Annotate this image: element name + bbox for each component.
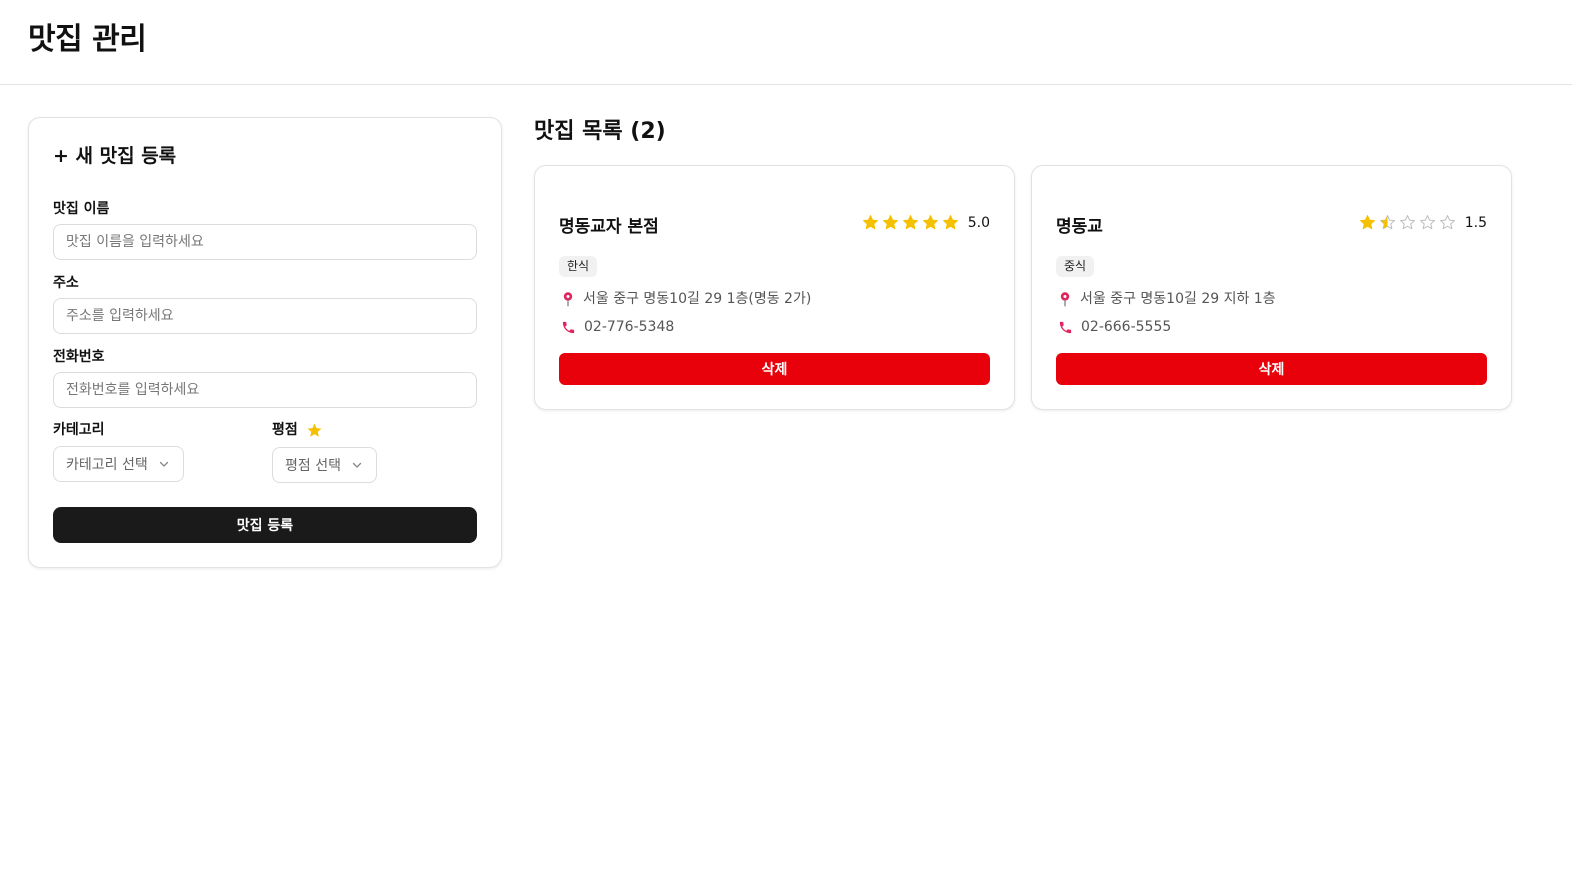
delete-button[interactable]: 삭제: [559, 353, 990, 385]
star-icon: [1359, 215, 1375, 230]
phone-icon: [562, 321, 575, 333]
map-pin-icon: [1060, 292, 1070, 307]
rating-select[interactable]: 평점 선택: [272, 447, 377, 483]
star-icon: [307, 423, 322, 437]
list-title: 맛집 목록 (2): [534, 119, 666, 144]
restaurant-name: 명동교: [1056, 217, 1103, 237]
address-text: 서울 중구 명동10길 29 1층(명동 2가): [583, 291, 812, 307]
restaurant-card: 명동교자 본점 5.0 한식 서울 중구 명동10길 29 1층(명동 2가) …: [534, 165, 1015, 410]
address-input[interactable]: [53, 298, 477, 334]
chevron-down-icon: [352, 462, 362, 468]
star-icon: [1379, 215, 1395, 230]
app-header: 맛집 관리: [0, 0, 1572, 85]
phone-icon: [1059, 321, 1072, 333]
category-select[interactable]: 카테고리 선택: [53, 446, 184, 482]
address-label: 주소: [53, 275, 79, 291]
rating-score: 1.5: [1464, 214, 1487, 231]
page-title: 맛집 관리: [28, 22, 147, 57]
phone-row: 02-666-5555: [1058, 318, 1171, 336]
category-label: 카테고리: [53, 422, 105, 438]
star-icon: [942, 215, 958, 230]
star-icon: [922, 215, 938, 230]
category-badge: 한식: [559, 256, 598, 277]
name-label: 맛집 이름: [53, 201, 110, 217]
rating-label-group: 평점: [272, 421, 323, 439]
address-text: 서울 중구 명동10길 29 지하 1층: [1080, 291, 1276, 307]
form-title: + 새 맛집 등록: [53, 145, 177, 167]
phone-text: 02-776-5348: [584, 319, 675, 335]
star-row: [1359, 214, 1456, 231]
register-button[interactable]: 맛집 등록: [53, 507, 477, 543]
category-select-value: 카테고리 선택: [66, 457, 148, 473]
rating-stars: 1.5: [1359, 214, 1487, 231]
phone-input[interactable]: [53, 372, 477, 408]
star-icon: [882, 215, 898, 230]
rating-label: 평점: [272, 422, 298, 438]
name-input[interactable]: [53, 224, 477, 260]
rating-stars: 5.0: [862, 214, 990, 231]
phone-text: 02-666-5555: [1081, 319, 1172, 335]
map-pin-icon: [563, 292, 573, 307]
star-icon: [1419, 215, 1435, 230]
address-row: 서울 중구 명동10길 29 지하 1층: [1058, 290, 1276, 308]
rating-select-value: 평점 선택: [285, 458, 341, 474]
category-badge: 중식: [1056, 256, 1095, 277]
restaurant-card: 명동교 1.5 중식 서울 중구 명동10길 29 지하 1층 02-666-5…: [1031, 165, 1512, 410]
phone-row: 02-776-5348: [561, 318, 674, 336]
star-icon: [1439, 215, 1455, 230]
star-icon: [1399, 215, 1415, 230]
phone-label: 전화번호: [53, 349, 105, 365]
restaurant-name: 명동교자 본점: [559, 217, 659, 237]
star-icon: [902, 215, 918, 230]
rating-score: 5.0: [967, 214, 990, 231]
address-row: 서울 중구 명동10길 29 1층(명동 2가): [561, 290, 811, 308]
star-icon: [862, 215, 878, 230]
new-restaurant-form: + 새 맛집 등록 맛집 이름 주소 전화번호 카테고리 카테고리 선택 평점 …: [28, 117, 502, 568]
star-row: [862, 214, 959, 231]
delete-button[interactable]: 삭제: [1056, 353, 1487, 385]
chevron-down-icon: [159, 461, 168, 467]
